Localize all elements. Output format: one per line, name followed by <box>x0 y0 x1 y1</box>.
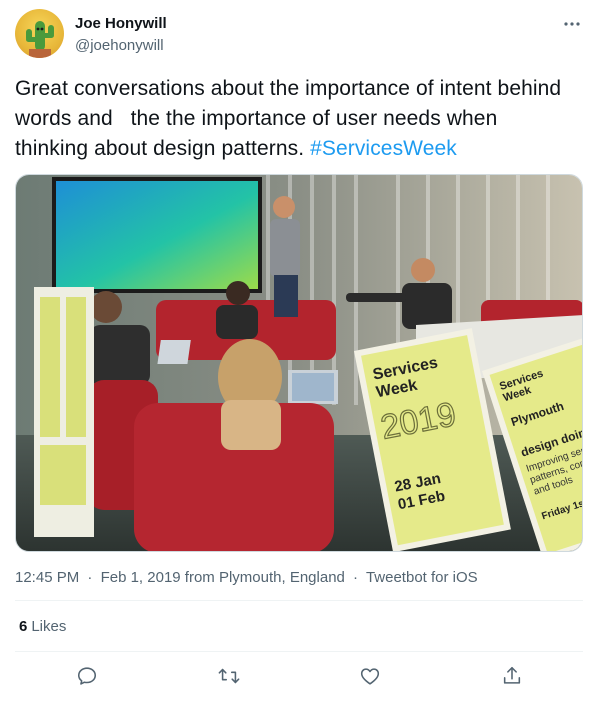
tweet: Joe Honywill @joehonywill Great conversa… <box>0 0 598 701</box>
tweet-client[interactable]: Tweetbot for iOS <box>366 569 478 586</box>
likes-label: Likes <box>31 618 67 635</box>
tweet-text: Great conversations about the importance… <box>15 74 575 164</box>
more-options-button[interactable] <box>560 12 584 36</box>
divider-bottom <box>15 651 583 652</box>
likes-number: 6 <box>19 618 28 635</box>
tweet-time[interactable]: 12:45 PM <box>15 569 79 586</box>
avatar[interactable] <box>15 9 64 58</box>
likes-count[interactable]: 6 Likes <box>19 617 66 637</box>
author-block[interactable]: Joe Honywill @joehonywill <box>75 14 167 56</box>
tweet-photo[interactable]: Services Week 2019 28 Jan 01 Feb Service… <box>15 174 583 552</box>
divider-top <box>15 600 583 601</box>
like-icon <box>360 668 380 685</box>
action-bar <box>0 664 598 692</box>
display-name[interactable]: Joe Honywill <box>75 14 167 34</box>
like-button[interactable] <box>358 664 382 688</box>
more-icon <box>564 22 580 26</box>
tweet-date[interactable]: Feb 1, 2019 <box>101 569 181 586</box>
meta-separator: · <box>87 569 93 586</box>
tweet-location: from Plymouth, England <box>184 569 345 586</box>
share-button[interactable] <box>500 664 524 688</box>
tweet-text-body: Great conversations about the importance… <box>15 77 568 160</box>
photo-illustration: Services Week 2019 28 Jan 01 Feb Service… <box>16 175 582 551</box>
cactus-avatar-icon <box>26 21 54 58</box>
hashtag-link[interactable]: #ServicesWeek <box>310 137 457 160</box>
meta-separator: · <box>353 569 359 586</box>
reply-icon <box>77 667 97 685</box>
share-icon <box>503 666 521 684</box>
retweet-button[interactable] <box>217 664 241 688</box>
reply-button[interactable] <box>75 664 99 688</box>
retweet-icon <box>218 668 240 684</box>
user-handle[interactable]: @joehonywill <box>75 36 167 56</box>
tweet-meta: 12:45 PM · Feb 1, 2019 from Plymouth, En… <box>15 568 478 588</box>
